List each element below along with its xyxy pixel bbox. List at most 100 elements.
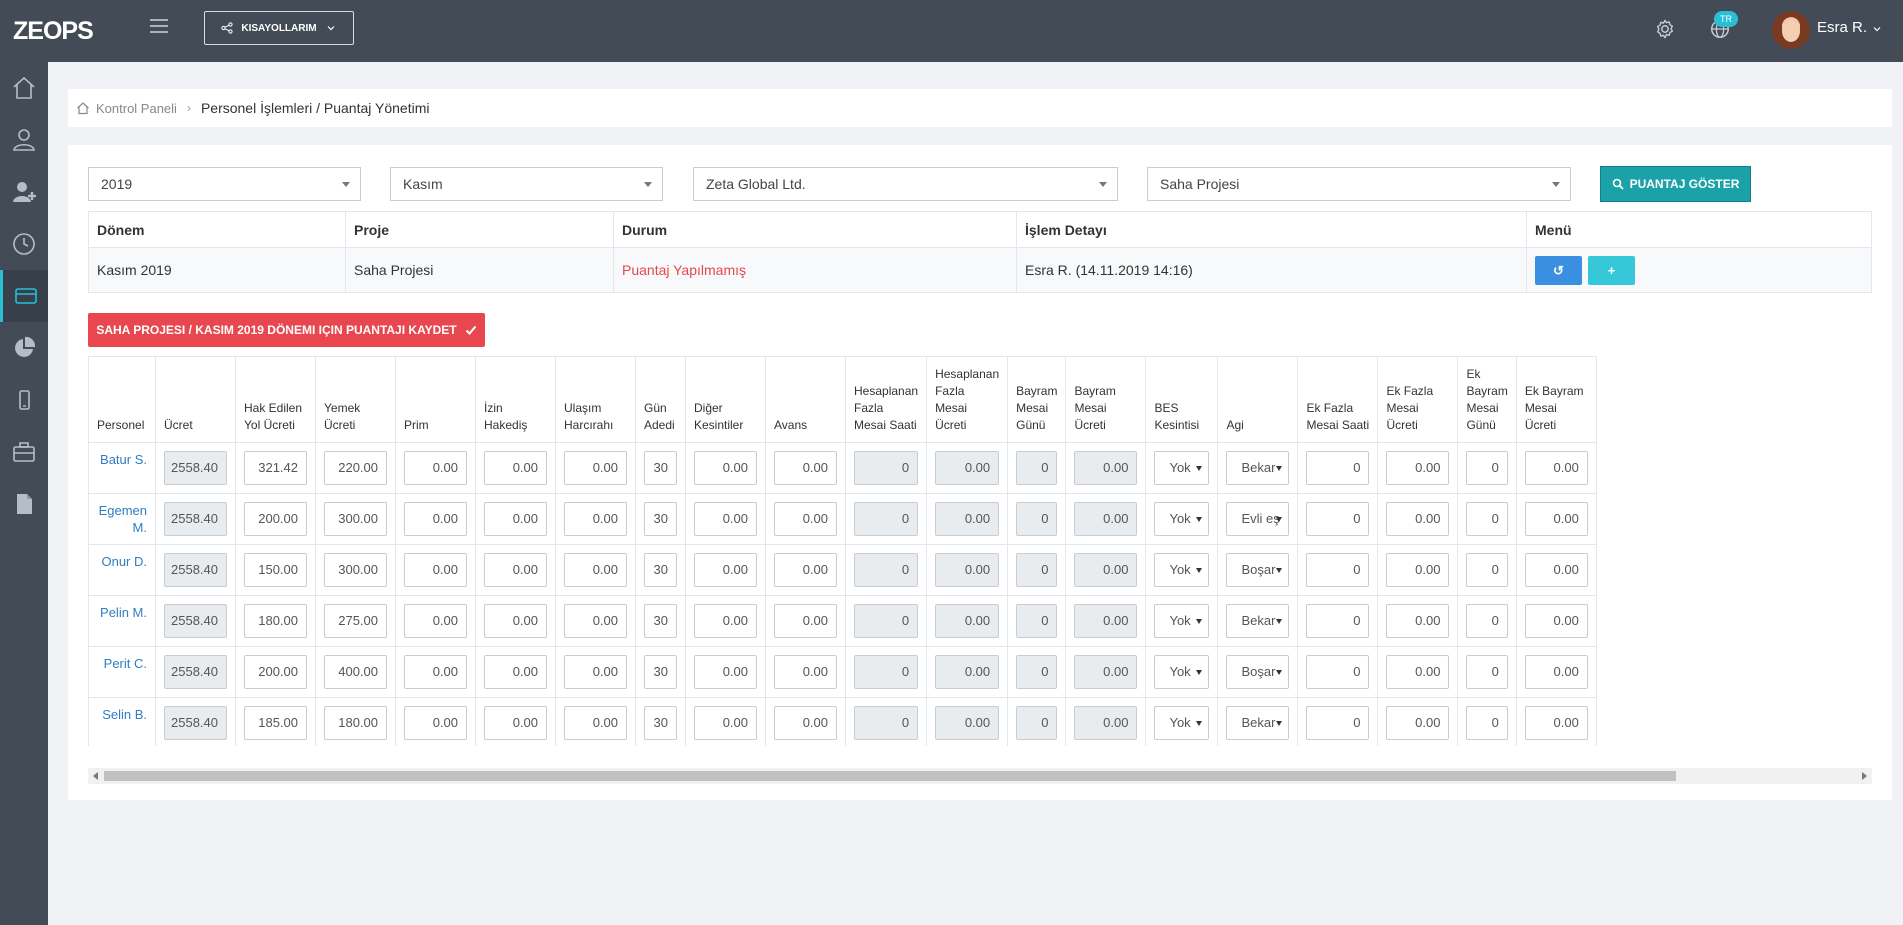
show-timesheet-button[interactable]: PUANTAJ GÖSTER xyxy=(1600,166,1751,202)
shortcuts-button[interactable]: KISAYOLLARIM xyxy=(204,11,354,45)
scroll-right-icon[interactable] xyxy=(1862,772,1867,780)
sidebar-item-reports[interactable] xyxy=(0,322,48,374)
efms-input[interactable]: 0 xyxy=(1306,655,1370,689)
efms-input[interactable]: 0 xyxy=(1306,706,1370,740)
employee-name[interactable]: Egemen M. xyxy=(88,493,156,545)
yol-input[interactable]: 150.00 xyxy=(244,553,307,587)
yol-input[interactable]: 321.42 xyxy=(244,451,307,485)
gun-input[interactable]: 30 xyxy=(644,553,677,587)
bes-select[interactable]: Yok xyxy=(1154,553,1210,587)
sidebar-item-projects[interactable] xyxy=(0,426,48,478)
diger-input[interactable]: 0.00 xyxy=(694,553,757,587)
logo[interactable]: ZEOPS xyxy=(0,0,94,62)
izin-input[interactable]: 0.00 xyxy=(484,451,547,485)
chevron-down-icon[interactable] xyxy=(1872,24,1882,34)
izin-input[interactable]: 0.00 xyxy=(484,553,547,587)
gun-input[interactable]: 30 xyxy=(644,655,677,689)
scroll-left-icon[interactable] xyxy=(93,772,98,780)
save-timesheet-button[interactable]: SAHA PROJESI / KASIM 2019 DÖNEMI IÇIN PU… xyxy=(88,313,485,347)
avans-input[interactable]: 0.00 xyxy=(774,502,837,536)
yol-input[interactable]: 185.00 xyxy=(244,706,307,740)
menu-toggle-icon[interactable] xyxy=(150,19,168,33)
diger-input[interactable]: 0.00 xyxy=(694,655,757,689)
ebmg-input[interactable]: 0 xyxy=(1466,502,1508,536)
prim-input[interactable]: 0.00 xyxy=(404,553,467,587)
company-select[interactable]: Zeta Global Ltd. xyxy=(693,167,1118,201)
month-select[interactable]: Kasım xyxy=(390,167,663,201)
prim-input[interactable]: 0.00 xyxy=(404,655,467,689)
ebmu-input[interactable]: 0.00 xyxy=(1524,604,1588,638)
efmu-input[interactable]: 0.00 xyxy=(1386,553,1450,587)
efmu-input[interactable]: 0.00 xyxy=(1386,706,1450,740)
bes-select[interactable]: Yok xyxy=(1154,451,1210,485)
ulasim-input[interactable]: 0.00 xyxy=(564,451,627,485)
prim-input[interactable]: 0.00 xyxy=(404,451,467,485)
izin-input[interactable]: 0.00 xyxy=(484,655,547,689)
sidebar-item-time[interactable] xyxy=(0,218,48,270)
diger-input[interactable]: 0.00 xyxy=(694,502,757,536)
prim-input[interactable]: 0.00 xyxy=(404,604,467,638)
diger-input[interactable]: 0.00 xyxy=(694,706,757,740)
sidebar-item-users[interactable] xyxy=(0,114,48,166)
efms-input[interactable]: 0 xyxy=(1306,604,1370,638)
ebmg-input[interactable]: 0 xyxy=(1466,604,1508,638)
izin-input[interactable]: 0.00 xyxy=(484,502,547,536)
efms-input[interactable]: 0 xyxy=(1306,553,1370,587)
sidebar-item-add-user[interactable] xyxy=(0,166,48,218)
diger-input[interactable]: 0.00 xyxy=(694,604,757,638)
scrollbar-thumb[interactable] xyxy=(104,771,1676,781)
ulasim-input[interactable]: 0.00 xyxy=(564,502,627,536)
employee-name[interactable]: Selin B. xyxy=(88,697,156,746)
ebmu-input[interactable]: 0.00 xyxy=(1524,553,1588,587)
add-button[interactable]: + xyxy=(1588,255,1635,285)
sidebar-item-payroll[interactable] xyxy=(0,270,48,322)
sidebar-item-mobile[interactable] xyxy=(0,374,48,426)
efms-input[interactable]: 0 xyxy=(1306,502,1370,536)
agi-select[interactable]: Bekar xyxy=(1226,706,1290,740)
ulasim-input[interactable]: 0.00 xyxy=(564,604,627,638)
avans-input[interactable]: 0.00 xyxy=(774,706,837,740)
izin-input[interactable]: 0.00 xyxy=(484,706,547,740)
avans-input[interactable]: 0.00 xyxy=(774,553,837,587)
gun-input[interactable]: 30 xyxy=(644,604,677,638)
yemek-input[interactable]: 180.00 xyxy=(324,706,387,740)
ulasim-input[interactable]: 0.00 xyxy=(564,655,627,689)
ebmg-input[interactable]: 0 xyxy=(1466,553,1508,587)
yol-input[interactable]: 200.00 xyxy=(244,655,307,689)
prim-input[interactable]: 0.00 xyxy=(404,706,467,740)
yemek-input[interactable]: 400.00 xyxy=(324,655,387,689)
avans-input[interactable]: 0.00 xyxy=(774,604,837,638)
ebmg-input[interactable]: 0 xyxy=(1466,655,1508,689)
ebmu-input[interactable]: 0.00 xyxy=(1524,451,1588,485)
prim-input[interactable]: 0.00 xyxy=(404,502,467,536)
avatar[interactable] xyxy=(1772,11,1810,49)
avans-input[interactable]: 0.00 xyxy=(774,451,837,485)
ebmu-input[interactable]: 0.00 xyxy=(1524,706,1588,740)
sidebar-item-home[interactable] xyxy=(0,62,48,114)
history-button[interactable]: ↺ xyxy=(1535,255,1582,285)
izin-input[interactable]: 0.00 xyxy=(484,604,547,638)
project-select[interactable]: Saha Projesi xyxy=(1147,167,1571,201)
efms-input[interactable]: 0 xyxy=(1306,451,1370,485)
gear-icon[interactable] xyxy=(1654,18,1676,40)
yol-input[interactable]: 200.00 xyxy=(244,502,307,536)
ebmg-input[interactable]: 0 xyxy=(1466,706,1508,740)
horizontal-scrollbar[interactable] xyxy=(88,768,1872,784)
agi-select[interactable]: Bekar xyxy=(1226,604,1290,638)
efmu-input[interactable]: 0.00 xyxy=(1386,604,1450,638)
ulasim-input[interactable]: 0.00 xyxy=(564,553,627,587)
efmu-input[interactable]: 0.00 xyxy=(1386,502,1450,536)
breadcrumb-home[interactable]: Kontrol Paneli xyxy=(96,101,177,116)
yemek-input[interactable]: 220.00 xyxy=(324,451,387,485)
bes-select[interactable]: Yok xyxy=(1154,604,1210,638)
yemek-input[interactable]: 300.00 xyxy=(324,553,387,587)
ebmu-input[interactable]: 0.00 xyxy=(1524,502,1588,536)
gun-input[interactable]: 30 xyxy=(644,451,677,485)
avans-input[interactable]: 0.00 xyxy=(774,655,837,689)
agi-select[interactable]: Boşar xyxy=(1226,655,1290,689)
ulasim-input[interactable]: 0.00 xyxy=(564,706,627,740)
agi-select[interactable]: Bekar xyxy=(1226,451,1290,485)
employee-name[interactable]: Perit C. xyxy=(88,646,156,698)
user-name[interactable]: Esra R. xyxy=(1817,19,1867,36)
yemek-input[interactable]: 300.00 xyxy=(324,502,387,536)
